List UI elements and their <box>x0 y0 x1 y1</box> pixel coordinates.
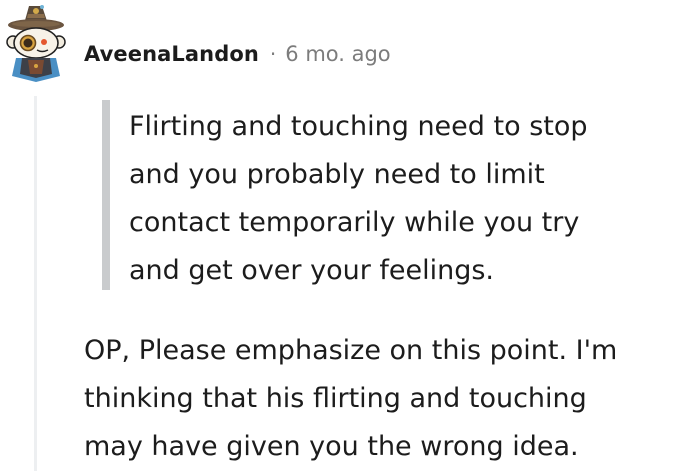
meta-separator: · <box>269 42 277 66</box>
quote-bar <box>102 100 110 290</box>
body-line: OP, Please emphasize on this point. I'm <box>84 335 618 366</box>
quote-line: contact temporarily while you try <box>129 207 580 238</box>
thread-line[interactable] <box>34 96 37 471</box>
quote-line: and get over your feelings. <box>129 255 495 286</box>
quote-line: and you probably need to limit <box>129 159 545 190</box>
snoo-avatar-icon[interactable] <box>4 2 68 82</box>
blockquote: Flirting and touching need to stop and y… <box>102 100 682 290</box>
username-link[interactable]: AveenaLandon <box>84 42 259 66</box>
comment: AveenaLandon · 6 mo. ago Flirting and to… <box>0 0 700 471</box>
body-line: may have given you the wrong idea. <box>84 431 579 462</box>
comment-meta: AveenaLandon · 6 mo. ago <box>84 37 391 71</box>
quote-line: Flirting and touching need to stop <box>129 111 588 142</box>
body-line: thinking that his flirting and touching <box>84 383 587 414</box>
comment-body: OP, Please emphasize on this point. I'm … <box>84 327 694 471</box>
timestamp-link[interactable]: 6 mo. ago <box>285 42 390 66</box>
quote-text: Flirting and touching need to stop and y… <box>129 103 679 295</box>
